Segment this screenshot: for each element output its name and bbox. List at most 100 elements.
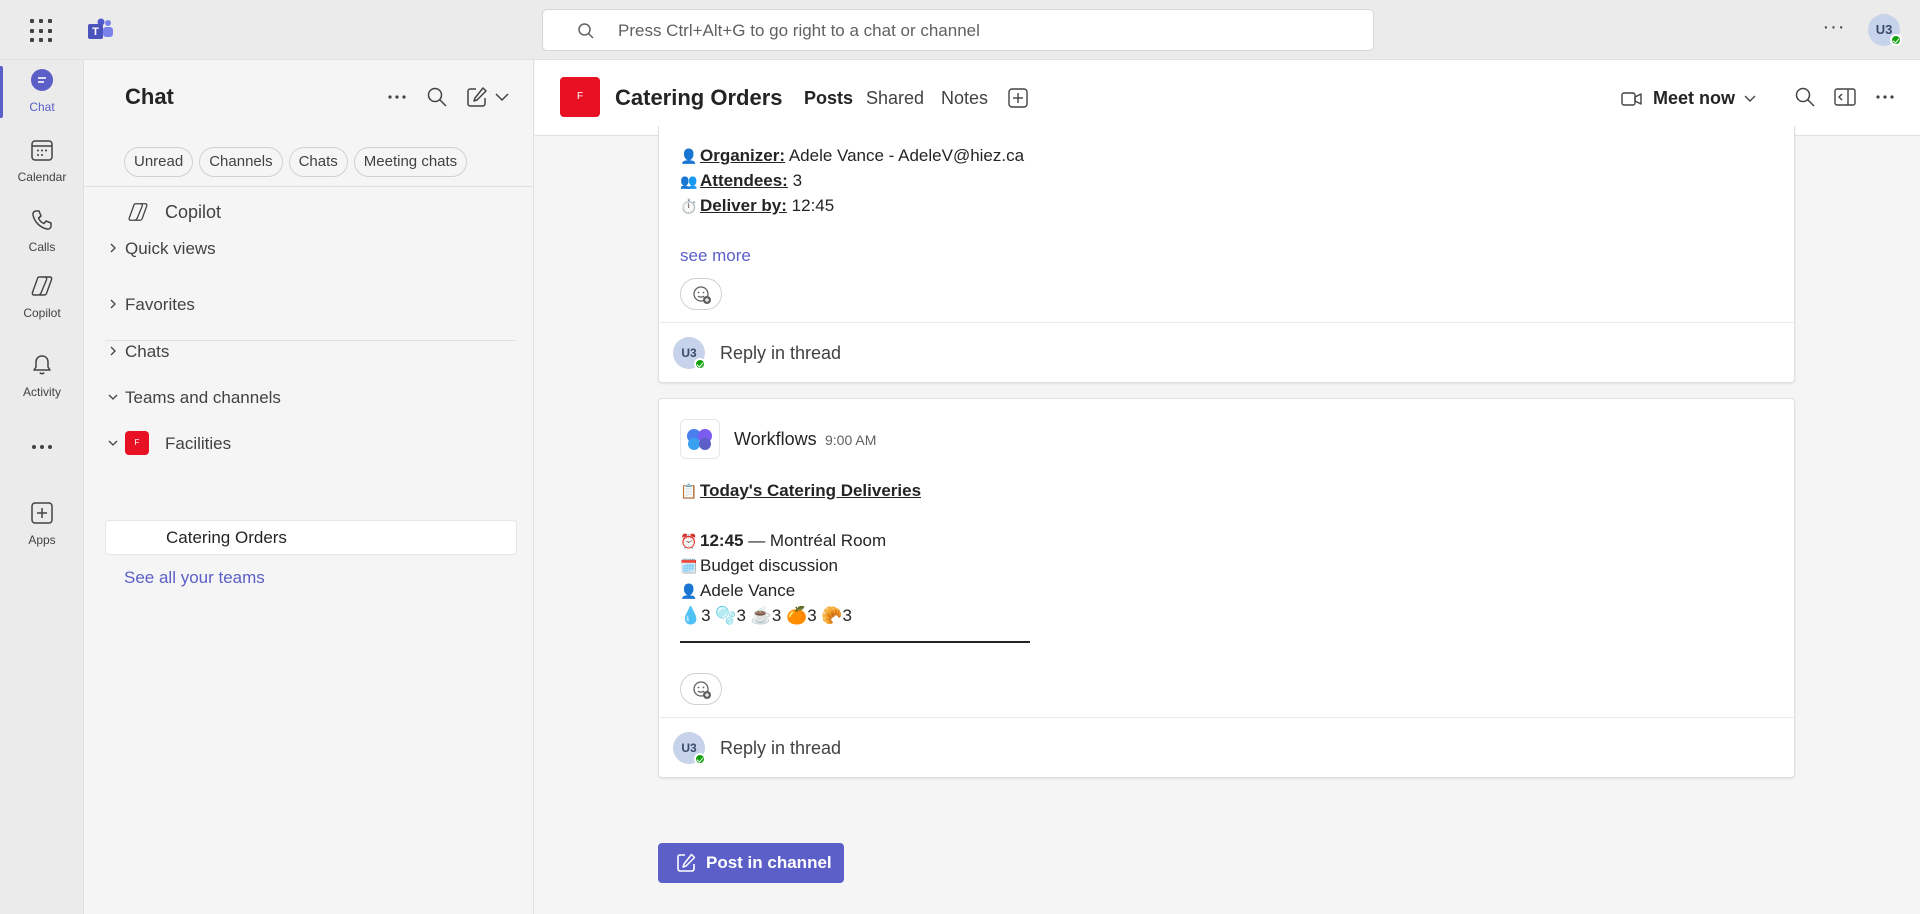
reply-in-thread[interactable]: U3 Reply in thread [659, 717, 1794, 777]
deliver-line: ⏱️ Deliver by: 12:45 [680, 196, 834, 216]
rail-label-activity: Activity [22, 385, 61, 399]
search-icon[interactable] [1794, 86, 1816, 108]
see-all-teams-link[interactable]: See all your teams [124, 568, 265, 588]
rail-item-calendar[interactable]: Calendar [0, 130, 84, 194]
filter-chats[interactable]: Chats [288, 147, 348, 177]
bell-icon [33, 355, 51, 375]
copilot-label: Copilot [165, 202, 222, 222]
panel-title: Chat [125, 84, 174, 109]
favorites-label: Favorites [125, 295, 195, 314]
message-timestamp: 9:00 AM [825, 432, 877, 448]
meet-now-button[interactable]: Meet now [1621, 82, 1756, 114]
alarm-clock-icon: ⏰ [680, 533, 698, 549]
filter-chips: Unread Channels Chats Meeting chats [124, 147, 468, 177]
open-side-panel-icon[interactable] [1834, 86, 1856, 108]
user-avatar[interactable]: U3 [1868, 14, 1902, 46]
team-facilities[interactable]: F Facilities [84, 427, 534, 461]
more-options-icon[interactable]: ··· [1820, 17, 1848, 42]
more-options-icon[interactable] [1874, 86, 1896, 108]
compose-icon [677, 853, 696, 872]
channel-catering-orders[interactable]: Catering Orders [105, 520, 517, 555]
avatar-initials: U3 [1875, 22, 1893, 37]
meet-now-label: Meet now [1653, 88, 1736, 108]
rail-item-activity[interactable]: Activity [0, 345, 84, 409]
copilot-icon [31, 276, 53, 296]
post-button-label: Post in channel [706, 853, 832, 872]
rail-item-apps[interactable]: Apps [0, 493, 84, 557]
chevron-right-icon [110, 243, 116, 253]
presence-available-icon [694, 358, 706, 370]
organizer-value: Adele Vance - AdeleV@hiez.ca [785, 146, 1025, 165]
clipboard-icon: 📋 [680, 483, 698, 499]
filter-channels[interactable]: Channels [199, 147, 283, 177]
search-icon[interactable] [426, 86, 448, 108]
add-reaction-button[interactable] [680, 278, 722, 310]
channel-title: Catering Orders [615, 85, 783, 110]
quick-views-item[interactable]: Quick views [84, 232, 534, 266]
organizer-name: Adele Vance [700, 581, 796, 600]
post-in-channel-button[interactable]: Post in channel [658, 843, 844, 883]
more-apps-icon[interactable] [0, 435, 84, 475]
presence-available-icon [694, 753, 706, 765]
chevron-down-icon [1744, 95, 1756, 102]
rail-item-calls[interactable]: Calls [0, 200, 84, 264]
organizer-line: 👤 Organizer: Adele Vance - AdeleV@hiez.ca [680, 146, 1024, 166]
app-rail: Chat Calendar Calls Copilot Activity App… [0, 60, 84, 914]
favorites-item[interactable]: Favorites [84, 288, 534, 322]
team-avatar: F [125, 431, 149, 455]
new-chat-icon[interactable] [466, 86, 488, 108]
avatar: U3 [673, 732, 706, 765]
chevron-down-icon[interactable] [491, 86, 513, 108]
chats-item[interactable]: Chats [84, 335, 534, 369]
room-name: — Montréal Room [743, 531, 887, 550]
rail-item-chat[interactable]: Chat [0, 60, 84, 122]
calendar-icon: 🗓️ [680, 558, 698, 574]
reply-in-thread[interactable]: U3 Reply in thread [659, 322, 1794, 382]
stopwatch-icon: ⏱️ [680, 198, 698, 214]
tab-notes[interactable]: Notes [941, 88, 988, 109]
see-more-link[interactable]: see more [680, 246, 751, 266]
search-icon [578, 23, 594, 39]
avatar-initials: U3 [681, 346, 697, 360]
chevron-right-icon [110, 346, 116, 356]
rail-label-copilot: Copilot [23, 306, 61, 320]
calls-icon [32, 210, 52, 230]
avatar-initials: U3 [681, 741, 697, 755]
emoji-add-icon [693, 681, 711, 699]
apps-icon [31, 502, 53, 524]
teams-and-channels-item[interactable]: Teams and channels [84, 381, 534, 415]
app-launcher-icon[interactable] [30, 19, 54, 43]
chats-label: Chats [125, 342, 170, 361]
post-card: 👤 Organizer: Adele Vance - AdeleV@hiez.ca… [658, 126, 1795, 383]
divider [680, 641, 1030, 643]
title-line: 📋 Today's Catering Deliveries [680, 481, 921, 501]
organizer-label: Organizer: [700, 146, 786, 165]
more-options-icon[interactable] [386, 86, 408, 108]
add-reaction-button[interactable] [680, 673, 722, 705]
copilot-item[interactable]: Copilot [84, 195, 534, 229]
deliver-label: Deliver by: [700, 196, 787, 215]
search-input[interactable] [618, 18, 1318, 44]
tab-posts[interactable]: Posts [804, 88, 853, 109]
sender-name[interactable]: Workflows [734, 429, 817, 450]
video-camera-icon [1621, 92, 1642, 106]
time-room-line: ⏰ 12:45 — Montréal Room [680, 531, 886, 551]
rail-label-calendar: Calendar [17, 170, 67, 184]
filter-unread[interactable]: Unread [124, 147, 194, 177]
rail-label-apps: Apps [28, 533, 56, 547]
reply-label: Reply in thread [720, 343, 842, 363]
teams-logo-icon: T [88, 18, 113, 39]
chevron-down-icon [108, 394, 118, 400]
attendees-label: Attendees: [700, 171, 788, 190]
tab-shared[interactable]: Shared [866, 88, 924, 109]
channel-header: F Catering Orders Posts Shared Notes Mee… [535, 60, 1920, 136]
global-search[interactable] [542, 9, 1374, 51]
post-title: Today's Catering Deliveries [700, 481, 922, 500]
add-tab-icon[interactable] [1008, 88, 1028, 108]
person-icon: 👤 [680, 583, 698, 599]
copilot-icon [128, 203, 148, 221]
rail-item-copilot[interactable]: Copilot [0, 266, 84, 330]
teams-and-channels-label: Teams and channels [125, 388, 281, 407]
emoji-add-icon [693, 286, 711, 304]
filter-meeting-chats[interactable]: Meeting chats [353, 147, 468, 177]
